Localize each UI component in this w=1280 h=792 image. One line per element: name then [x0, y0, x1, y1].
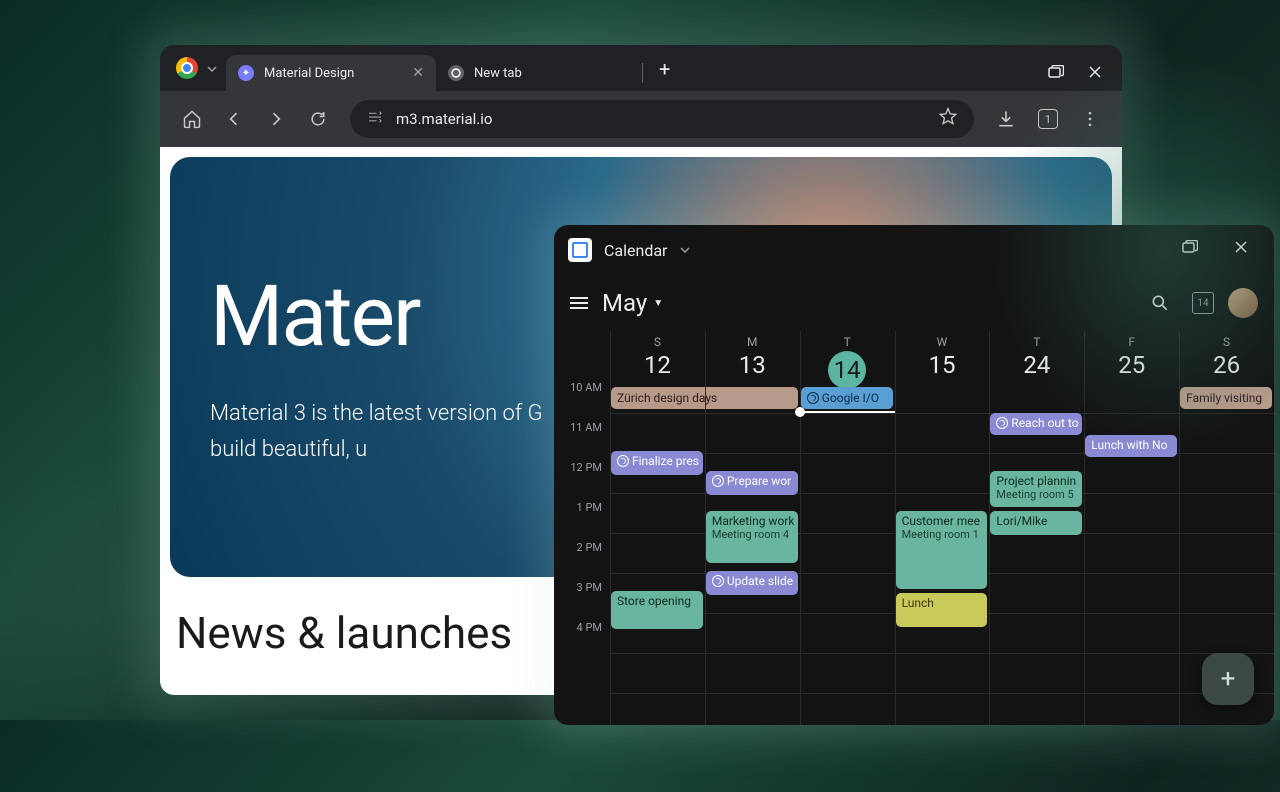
allday-event[interactable]: Family visiting — [1180, 387, 1272, 409]
day-letter: S — [610, 335, 705, 349]
browser-tab-newtab[interactable]: New tab — [436, 55, 636, 91]
reload-button[interactable] — [300, 101, 336, 137]
time-label: 10 AM — [554, 381, 610, 421]
day-number: 24 — [989, 351, 1084, 379]
time-label: 1 PM — [554, 501, 610, 541]
calendar-event[interactable]: Update slide — [706, 571, 798, 595]
day-letter: S — [1179, 335, 1274, 349]
day-letter: T — [800, 335, 895, 349]
dropdown-triangle-icon: ▼ — [653, 298, 663, 309]
calendar-event[interactable]: Store opening — [611, 591, 703, 629]
today-button[interactable]: 14 — [1192, 292, 1214, 314]
calendar-event[interactable]: Reach out to — [990, 413, 1082, 435]
allday-event[interactable]: Google I/O — [801, 387, 893, 409]
calendar-event[interactable]: Marketing workMeeting room 4 — [706, 511, 798, 563]
timed-grid-area: Reach out toLunch with NoFinalize presPr… — [610, 413, 1274, 725]
window-restore-button[interactable] — [1036, 59, 1076, 85]
month-selector[interactable]: May ▼ — [602, 289, 663, 317]
home-button[interactable] — [174, 101, 210, 137]
day-number: 15 — [895, 351, 990, 379]
tabs-count-button[interactable]: 1 — [1030, 101, 1066, 137]
user-avatar[interactable] — [1228, 288, 1258, 318]
tab-title: Material Design — [264, 66, 354, 81]
time-label: 11 AM — [554, 421, 610, 461]
time-label: 12 PM — [554, 461, 610, 501]
time-label: 2 PM — [554, 541, 610, 581]
calendar-event[interactable]: Prepare wor — [706, 471, 798, 495]
now-indicator-dot — [795, 407, 805, 417]
day-letter: M — [705, 335, 800, 349]
calendar-event[interactable]: Project planninMeeting room 5 — [990, 471, 1082, 507]
day-column-header[interactable]: F 25 — [1084, 331, 1179, 411]
material-favicon-icon: ✦ — [238, 65, 254, 81]
day-number: 25 — [1084, 351, 1179, 379]
create-event-fab[interactable]: + — [1202, 653, 1254, 705]
month-label: May — [602, 289, 647, 317]
back-button[interactable] — [216, 101, 252, 137]
time-column: 10 AM11 AM12 PM1 PM2 PM3 PM4 PM — [554, 387, 610, 667]
day-letter: T — [989, 335, 1084, 349]
calendar-title-bar: Calendar — [554, 225, 1274, 275]
search-button[interactable] — [1142, 285, 1178, 321]
day-column-header[interactable]: S 26 — [1179, 331, 1274, 411]
calendar-event[interactable]: Finalize pres — [611, 451, 703, 475]
calendar-event[interactable]: Lunch with No — [1085, 435, 1177, 457]
calendar-window: Calendar May ▼ 14 S12M13T14W15T24F25S26 … — [554, 225, 1274, 725]
day-number: 14 — [828, 351, 866, 389]
time-label: 3 PM — [554, 581, 610, 621]
calendar-grid: S12M13T14W15T24F25S26 Zürich design days… — [554, 331, 1274, 725]
new-tab-button[interactable]: + — [649, 53, 680, 85]
chrome-menu-chevron-icon[interactable] — [206, 60, 218, 79]
calendar-event[interactable]: Lori/Mike — [990, 511, 1082, 535]
site-settings-icon[interactable] — [366, 108, 384, 130]
bookmark-star-icon[interactable] — [938, 107, 958, 131]
tab-close-button[interactable]: ✕ — [412, 65, 424, 81]
browser-toolbar: m3.material.io 1 — [160, 91, 1122, 147]
tab-title: New tab — [474, 66, 522, 81]
calendar-app-name: Calendar — [604, 241, 667, 260]
hamburger-menu-button[interactable] — [570, 294, 588, 312]
tab-count-badge: 1 — [1038, 109, 1058, 129]
calendar-event[interactable]: Lunch — [896, 593, 988, 627]
downloads-button[interactable] — [988, 101, 1024, 137]
now-indicator-line — [800, 411, 895, 413]
allday-events-row: Zürich design daysGoogle I/OFamily visit… — [610, 387, 1274, 411]
chrome-logo-icon — [176, 57, 198, 79]
newtab-favicon-icon — [448, 65, 464, 81]
calendar-header: May ▼ 14 — [554, 275, 1274, 331]
time-label: 4 PM — [554, 621, 610, 661]
day-column-header[interactable]: T 24 — [989, 331, 1084, 411]
calendar-window-restore-button[interactable] — [1170, 234, 1210, 260]
window-close-button[interactable] — [1076, 59, 1114, 85]
forward-button[interactable] — [258, 101, 294, 137]
calendar-title-chevron-icon[interactable] — [679, 241, 691, 260]
calendar-window-close-button[interactable] — [1222, 234, 1260, 260]
calendar-logo-icon — [568, 238, 592, 262]
day-number: 13 — [705, 351, 800, 379]
address-bar[interactable]: m3.material.io — [350, 100, 974, 138]
day-letter: F — [1084, 335, 1179, 349]
tab-separator — [642, 63, 643, 83]
overflow-menu-button[interactable] — [1072, 101, 1108, 137]
day-letter: W — [895, 335, 990, 349]
day-number: 12 — [610, 351, 705, 379]
browser-tab-material[interactable]: ✦ Material Design ✕ — [226, 55, 436, 91]
url-text: m3.material.io — [396, 110, 926, 128]
browser-title-bar: ✦ Material Design ✕ New tab + — [160, 45, 1122, 91]
calendar-event[interactable]: Customer meeMeeting room 1 — [896, 511, 988, 589]
day-number: 26 — [1179, 351, 1274, 379]
